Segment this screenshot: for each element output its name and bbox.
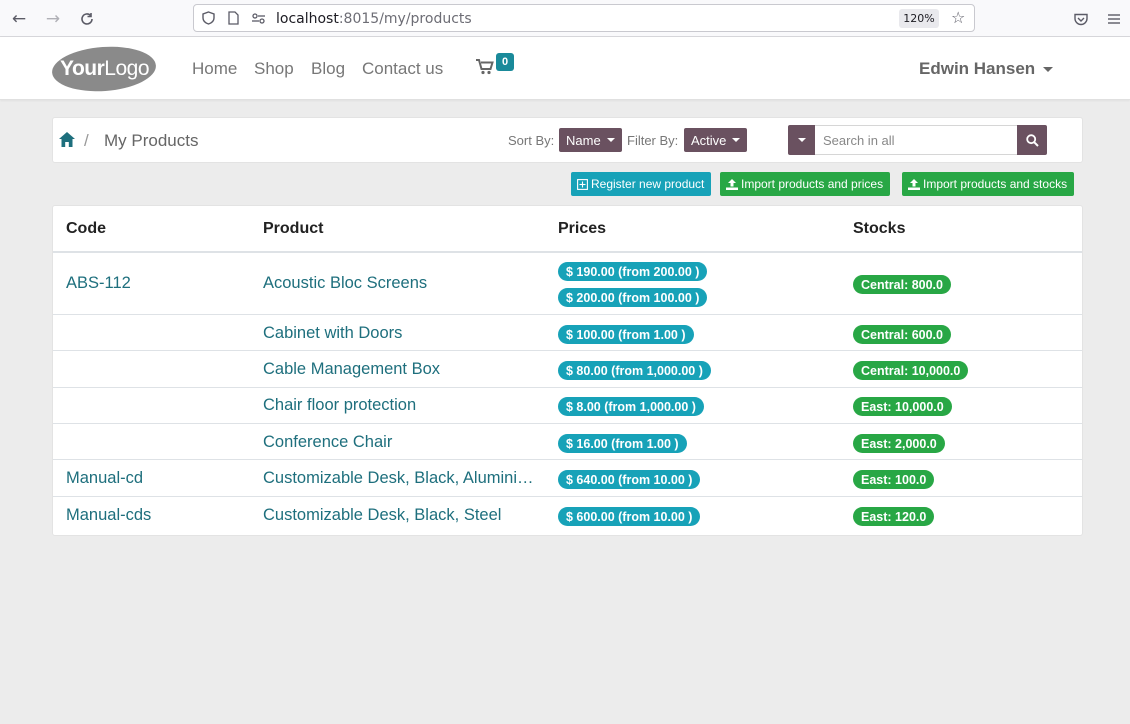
register-product-button[interactable]: Register new product (571, 172, 712, 196)
stock-badge: Central: 10,000.0 (853, 361, 969, 380)
column-header-stocks[interactable]: Stocks (853, 220, 905, 238)
register-product-label: Register new product (591, 177, 705, 191)
product-name[interactable]: Customizable Desk, Black, Aluminium (263, 469, 535, 488)
row-divider (53, 350, 1082, 351)
stock-badge: East: 120.0 (853, 507, 935, 526)
menu-item-contact-us[interactable]: Contact us (362, 59, 443, 79)
stock-badge: East: 100.0 (853, 470, 935, 489)
price-badge: $ 80.00 (from 1,000.00 ) (558, 361, 711, 380)
cart-count-badge[interactable]: 0 (496, 53, 514, 71)
product-name[interactable]: Customizable Desk, Black, Steel (263, 506, 535, 525)
url-path: :8015/my/products (338, 11, 472, 27)
column-header-code[interactable]: Code (66, 220, 106, 238)
search-input[interactable] (815, 125, 1017, 155)
product-name[interactable]: Acoustic Bloc Screens (263, 274, 535, 293)
forward-arrow-icon[interactable]: → (42, 8, 64, 30)
import-prices-button[interactable]: Import products and prices (720, 172, 891, 196)
user-name: Edwin Hansen (919, 59, 1036, 78)
filter-dropdown[interactable]: Active (684, 128, 748, 152)
import-prices-label: Import products and prices (741, 177, 884, 191)
stock-badge: East: 2,000.0 (853, 434, 945, 453)
price-badge: $ 200.00 (from 100.00 ) (558, 288, 708, 307)
product-name[interactable]: Chair floor protection (263, 396, 535, 415)
url-host: localhost (276, 11, 339, 27)
product-name[interactable]: Conference Chair (263, 433, 535, 452)
user-menu[interactable]: Edwin Hansen (919, 59, 1054, 79)
logo-text-part2: Logo (103, 57, 149, 80)
menu-item-home[interactable]: Home (192, 59, 237, 79)
stock-badge: Central: 800.0 (853, 275, 951, 294)
row-divider (53, 423, 1082, 424)
products-table: Code Product Prices Stocks ABS-112 Acous… (52, 205, 1083, 536)
logo[interactable]: YourLogo (50, 43, 158, 95)
column-header-product[interactable]: Product (263, 220, 323, 238)
sort-label: Sort By: (508, 133, 555, 148)
home-icon[interactable] (59, 132, 75, 147)
breadcrumb-title: My Products (104, 131, 199, 150)
upload-icon (726, 178, 738, 190)
stock-badge: Central: 600.0 (853, 325, 951, 344)
price-badge: $ 640.00 (from 10.00 ) (558, 470, 701, 489)
logo-text-part1: Your (59, 57, 104, 80)
cart-icon[interactable] (476, 59, 494, 77)
row-divider (53, 496, 1082, 497)
chevron-down-icon (797, 138, 806, 142)
search-button[interactable] (1017, 125, 1047, 155)
pocket-icon[interactable] (1070, 8, 1092, 30)
row-divider (53, 387, 1082, 388)
filter-value: Active (691, 132, 727, 148)
product-code[interactable]: Manual-cd (66, 469, 143, 488)
price-badge: $ 600.00 (from 10.00 ) (558, 507, 701, 526)
filter-label: Filter By: (627, 133, 679, 148)
header-divider (53, 251, 1082, 253)
chevron-down-icon (606, 138, 615, 142)
product-name[interactable]: Cable Management Box (263, 360, 535, 379)
upload-icon (908, 178, 920, 190)
price-badge: $ 190.00 (from 200.00 ) (558, 262, 708, 281)
hamburger-menu-icon[interactable] (1103, 8, 1125, 30)
product-code[interactable]: Manual-cds (66, 506, 151, 525)
stock-badge: East: 10,000.0 (853, 397, 952, 416)
menu-item-blog[interactable]: Blog (311, 59, 345, 79)
product-name[interactable]: Cabinet with Doors (263, 324, 535, 343)
search-icon (1025, 133, 1039, 147)
import-stocks-label: Import products and stocks (923, 177, 1068, 191)
row-divider (53, 459, 1082, 460)
search-filter-dropdown[interactable] (788, 125, 815, 155)
zoom-level[interactable]: 120% (899, 9, 939, 28)
column-header-prices[interactable]: Prices (558, 220, 606, 238)
price-badge: $ 100.00 (from 1.00 ) (558, 325, 694, 344)
chevron-down-icon (1043, 67, 1054, 73)
row-divider (53, 314, 1082, 315)
shield-icon[interactable] (200, 10, 216, 26)
url-text[interactable]: localhost:8015/my/products (276, 11, 472, 27)
import-stocks-button[interactable]: Import products and stocks (902, 172, 1075, 196)
reload-icon[interactable] (76, 8, 98, 30)
sort-value: Name (566, 132, 601, 148)
menu-item-shop[interactable]: Shop (254, 59, 294, 79)
site-header: YourLogo Home Shop Blog Contact us 0 Edw… (0, 37, 1130, 100)
star-icon[interactable]: ☆ (951, 8, 965, 27)
products-toolbar: / My Products Sort By: Name Filter By: A… (52, 117, 1083, 163)
plus-square-icon (577, 178, 588, 190)
page-icon (225, 10, 241, 26)
chevron-down-icon (732, 138, 741, 142)
price-badge: $ 16.00 (from 1.00 ) (558, 434, 687, 453)
product-code[interactable]: ABS-112 (66, 274, 131, 293)
price-badge: $ 8.00 (from 1,000.00 ) (558, 397, 704, 416)
sort-dropdown[interactable]: Name (559, 128, 622, 152)
back-arrow-icon[interactable]: ← (8, 8, 30, 30)
breadcrumb-separator: / (84, 131, 89, 150)
browser-toolbar: ← → localhost:8015/my/products 120% ☆ (0, 0, 1130, 37)
url-bar[interactable]: localhost:8015/my/products 120% ☆ (193, 4, 975, 32)
permissions-icon[interactable] (250, 10, 266, 26)
